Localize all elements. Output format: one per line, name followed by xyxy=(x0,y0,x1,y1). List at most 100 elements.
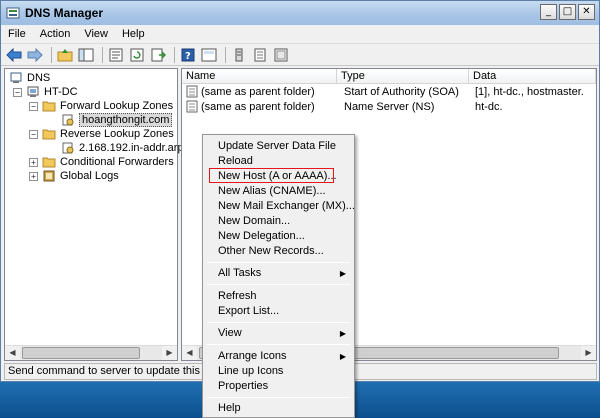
record-type: Start of Authority (SOA) xyxy=(344,86,459,98)
tree-node-forward-zones[interactable]: − Forward Lookup Zones xyxy=(29,99,173,113)
tree-node-global-logs[interactable]: + Global Logs xyxy=(29,169,119,183)
log-book-icon xyxy=(42,170,56,182)
records-icon[interactable] xyxy=(251,46,269,64)
toolbar-separator xyxy=(51,46,52,63)
maximize-button[interactable]: □ xyxy=(559,4,576,20)
record-row[interactable]: (same as parent folder) Start of Authori… xyxy=(182,85,596,100)
tree-label-forward-zones: Forward Lookup Zones xyxy=(60,100,174,112)
list-header: Name Type Data xyxy=(182,69,596,84)
menu-new-delegation[interactable]: New Delegation... xyxy=(205,229,352,244)
scroll-left-icon[interactable]: ◀ xyxy=(5,346,20,360)
expand-toggle-icon[interactable]: + xyxy=(29,157,38,167)
menu-view[interactable]: View ▶ xyxy=(205,326,352,341)
column-header-name[interactable]: Name xyxy=(182,69,337,84)
menu-arrange-icons[interactable]: Arrange Icons ▶ xyxy=(205,349,352,364)
record-data: [1], ht-dc., hostmaster. xyxy=(475,86,584,98)
menu-new-mail-exchanger[interactable]: New Mail Exchanger (MX)... xyxy=(205,199,355,214)
menu-action[interactable]: Action xyxy=(33,28,78,40)
menu-export-list[interactable]: Export List... xyxy=(205,304,352,319)
collapse-toggle-icon[interactable]: − xyxy=(29,101,38,111)
zone-icon[interactable] xyxy=(272,46,290,64)
back-arrow-icon[interactable] xyxy=(5,46,23,64)
menu-bar: File Action View Help xyxy=(1,25,599,44)
export-list-icon[interactable] xyxy=(149,46,167,64)
record-type: Name Server (NS) xyxy=(344,101,435,113)
close-button[interactable]: ✕ xyxy=(578,4,595,20)
toolbar-separator xyxy=(174,46,175,63)
menu-line-up-icons[interactable]: Line up Icons xyxy=(205,364,352,379)
record-row[interactable]: (same as parent folder) Name Server (NS)… xyxy=(182,100,596,115)
tree-label-reverse-zone: 2.168.192.in-addr.arpa xyxy=(79,142,190,154)
tree-label-dns: DNS xyxy=(27,72,51,84)
record-name: (same as parent folder) xyxy=(201,86,315,98)
collapse-toggle-icon[interactable]: − xyxy=(29,129,38,139)
forward-arrow-icon[interactable] xyxy=(26,46,44,64)
properties-icon[interactable] xyxy=(107,46,125,64)
menu-view-label: View xyxy=(218,327,242,339)
menu-separator xyxy=(207,262,350,263)
menu-help[interactable]: Help xyxy=(205,401,352,416)
submenu-arrow-icon: ▶ xyxy=(339,352,346,361)
svg-text:?: ? xyxy=(185,51,191,62)
help-icon[interactable]: ? xyxy=(179,46,197,64)
menu-new-alias[interactable]: New Alias (CNAME)... xyxy=(205,184,352,199)
window-title: DNS Manager xyxy=(25,6,104,20)
menu-all-tasks[interactable]: All Tasks ▶ xyxy=(205,266,352,281)
menu-separator xyxy=(207,322,350,323)
menu-reload[interactable]: Reload xyxy=(205,154,352,169)
menu-separator xyxy=(207,284,350,285)
menu-file[interactable]: File xyxy=(1,28,33,40)
menu-separator xyxy=(207,344,350,345)
refresh-icon[interactable] xyxy=(128,46,146,64)
collapse-toggle-icon[interactable]: − xyxy=(13,87,22,97)
tree-label-reverse-zones: Reverse Lookup Zones xyxy=(60,128,174,140)
toolbar: ? xyxy=(1,44,599,66)
minimize-button[interactable]: _ xyxy=(540,4,557,20)
record-name: (same as parent folder) xyxy=(201,101,315,113)
menu-view[interactable]: View xyxy=(77,28,115,40)
column-header-type[interactable]: Type xyxy=(337,69,469,84)
zone-file-icon xyxy=(61,142,75,154)
zone-file-icon xyxy=(61,114,75,126)
column-header-data[interactable]: Data xyxy=(469,69,596,84)
tree-label-zone-selected: hoangthongit.com xyxy=(79,113,173,127)
menu-other-new-records[interactable]: Other New Records... xyxy=(205,244,352,259)
menu-help[interactable]: Help xyxy=(115,28,152,40)
record-icon xyxy=(186,85,198,100)
console-tree-icon[interactable] xyxy=(200,46,218,64)
tree-node-server[interactable]: − HT-DC xyxy=(13,85,78,99)
folder-icon xyxy=(42,156,56,168)
expand-toggle-icon[interactable]: + xyxy=(29,171,38,181)
title-bar[interactable]: DNS Manager _ □ ✕ xyxy=(1,1,599,25)
dns-app-icon xyxy=(6,6,20,20)
tree-node-dns[interactable]: DNS xyxy=(9,71,50,85)
show-hide-tree-icon[interactable] xyxy=(77,46,95,64)
tree-node-reverse-zones[interactable]: − Reverse Lookup Zones xyxy=(29,127,174,141)
scroll-track[interactable] xyxy=(20,346,162,360)
scroll-left-icon[interactable]: ◀ xyxy=(182,346,197,360)
menu-new-host[interactable]: New Host (A or AAAA)... xyxy=(205,169,352,184)
toolbar-separator xyxy=(225,46,226,63)
tree-label-conditional-forwarders: Conditional Forwarders xyxy=(60,156,174,168)
menu-new-domain[interactable]: New Domain... xyxy=(205,214,352,229)
scroll-right-icon[interactable]: ▶ xyxy=(581,346,596,360)
record-icon xyxy=(186,100,198,115)
tree-horizontal-scrollbar[interactable]: ◀ ▶ xyxy=(5,345,177,360)
scroll-thumb[interactable] xyxy=(22,347,140,359)
tree-node-conditional-forwarders[interactable]: + Conditional Forwarders xyxy=(29,155,174,169)
menu-properties[interactable]: Properties xyxy=(205,379,352,394)
context-menu: Update Server Data File Reload New Host … xyxy=(202,134,355,418)
server-icon[interactable] xyxy=(230,46,248,64)
menu-refresh[interactable]: Refresh xyxy=(205,289,352,304)
folder-icon xyxy=(42,100,56,112)
menu-arrange-icons-label: Arrange Icons xyxy=(218,350,287,362)
tree-label-global-logs: Global Logs xyxy=(60,170,119,182)
tree-node-zone-selected[interactable]: hoangthongit.com xyxy=(61,113,173,127)
record-data: ht-dc. xyxy=(475,101,503,113)
scroll-right-icon[interactable]: ▶ xyxy=(162,346,177,360)
up-folder-icon[interactable] xyxy=(56,46,74,64)
submenu-arrow-icon: ▶ xyxy=(339,269,346,278)
tree-node-reverse-zone[interactable]: 2.168.192.in-addr.arpa xyxy=(61,141,190,155)
console-tree-pane: DNS − HT-DC − Forward Lookup Zones hoang… xyxy=(4,68,190,361)
menu-update-server-data-file[interactable]: Update Server Data File xyxy=(205,139,352,154)
